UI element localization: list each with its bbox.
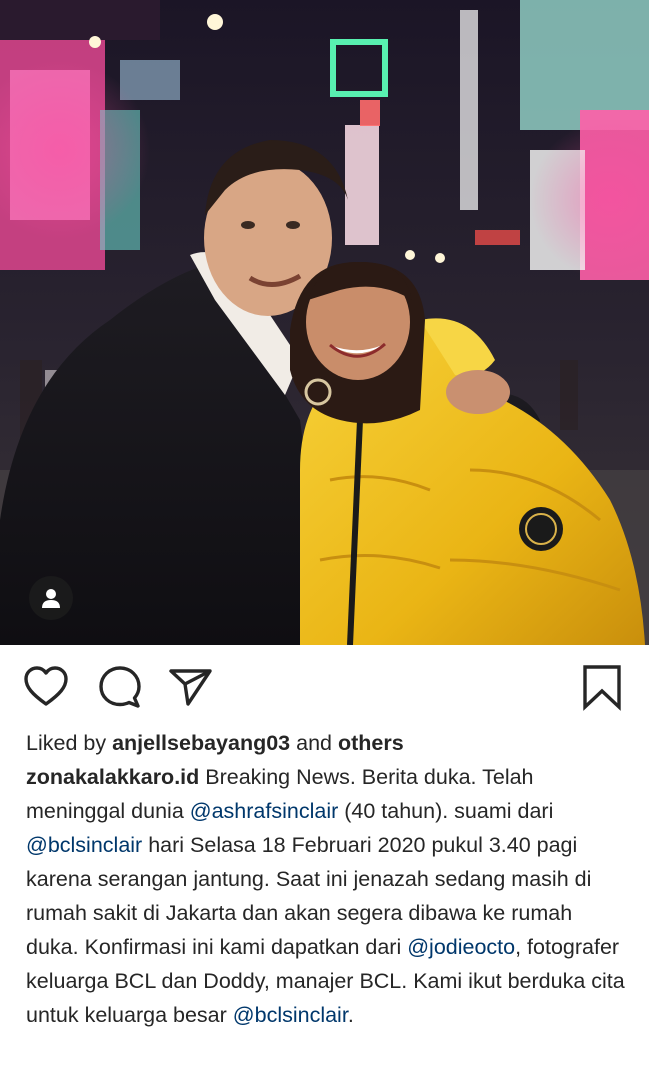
liked-by-username[interactable]: anjellsebayang03 bbox=[112, 731, 290, 755]
likes-prefix: Liked by bbox=[26, 731, 113, 755]
heart-icon bbox=[24, 666, 68, 706]
share-button[interactable] bbox=[166, 663, 214, 711]
likes-others-link[interactable]: others bbox=[338, 731, 404, 755]
likes-summary[interactable]: Liked by anjellsebayang03 and others bbox=[26, 726, 626, 760]
post-action-bar bbox=[0, 645, 649, 729]
caption-author-username[interactable]: zonakalakkaro.id bbox=[26, 765, 199, 789]
caption-text-part: (40 tahun). suami dari bbox=[338, 799, 554, 823]
comment-icon bbox=[99, 666, 141, 708]
save-button[interactable] bbox=[578, 663, 626, 711]
likes-joiner: and bbox=[290, 731, 338, 755]
post-caption: zonakalakkaro.id Breaking News. Berita d… bbox=[26, 760, 626, 1032]
post-image bbox=[0, 0, 649, 645]
caption-mention[interactable]: @bclsinclair bbox=[26, 833, 142, 857]
caption-mention[interactable]: @jodieocto bbox=[407, 935, 515, 959]
post-photo[interactable] bbox=[0, 0, 649, 645]
like-button[interactable] bbox=[22, 663, 70, 711]
post-caption-area: Liked by anjellsebayang03 and others zon… bbox=[26, 726, 626, 1032]
comment-button[interactable] bbox=[96, 663, 144, 711]
bookmark-icon bbox=[583, 665, 621, 711]
send-icon bbox=[169, 669, 212, 706]
caption-mention[interactable]: @ashrafsinclair bbox=[190, 799, 338, 823]
person-icon bbox=[42, 589, 60, 608]
tagged-people-button[interactable] bbox=[29, 576, 73, 620]
caption-mention[interactable]: @bclsinclair bbox=[233, 1003, 348, 1027]
caption-text-part: . bbox=[347, 1003, 354, 1027]
